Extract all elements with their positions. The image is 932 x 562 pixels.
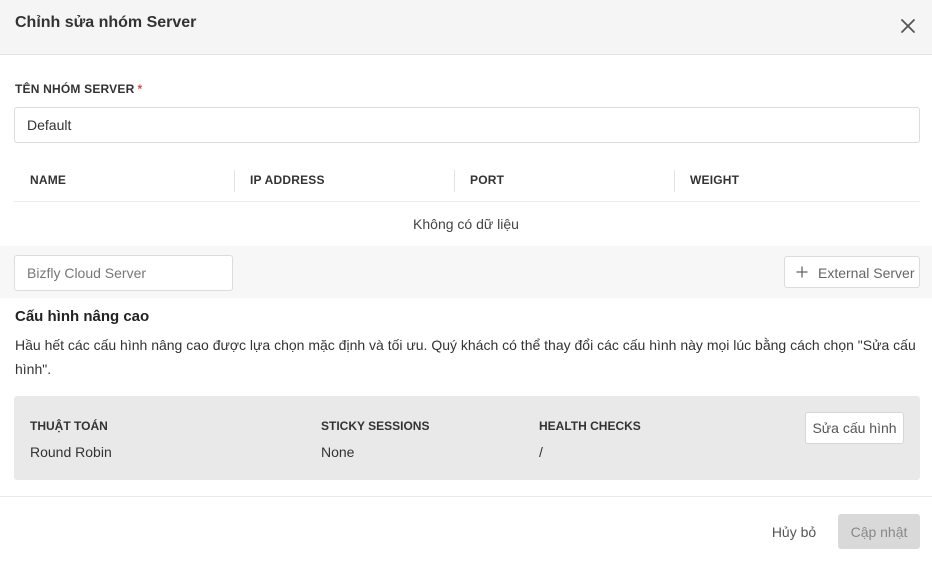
sticky-sessions-label: STICKY SESSIONS xyxy=(321,419,430,433)
update-button[interactable]: Cập nhật xyxy=(838,514,920,549)
bizfly-cloud-server-select[interactable]: Bizfly Cloud Server xyxy=(14,255,233,291)
sticky-sessions-value: None xyxy=(321,444,355,460)
add-server-bar: Bizfly Cloud Server External Server xyxy=(0,246,932,298)
advanced-config-description: Hầu hết các cấu hình nâng cao được lựa c… xyxy=(15,337,916,377)
health-checks-label: HEALTH CHECKS xyxy=(539,419,641,433)
advanced-config-title: Cấu hình nâng cao xyxy=(15,308,150,325)
column-divider xyxy=(234,170,235,192)
close-icon xyxy=(901,19,915,33)
advanced-config-summary: THUẬT TOÁN Round Robin STICKY SESSIONS N… xyxy=(14,396,920,480)
column-header-port: PORT xyxy=(470,173,505,187)
column-header-name: NAME xyxy=(30,173,67,187)
edit-config-button[interactable]: Sửa cấu hình xyxy=(805,412,904,444)
column-divider xyxy=(674,170,675,192)
cancel-button[interactable]: Hủy bỏ xyxy=(760,514,828,549)
external-server-label: External Server xyxy=(818,265,915,281)
required-mark: * xyxy=(137,82,143,96)
modal-header: Chỉnh sửa nhóm Server xyxy=(0,0,932,55)
server-group-name-input[interactable] xyxy=(14,107,920,143)
footer-divider xyxy=(0,496,932,497)
column-header-ip-address: IP ADDRESS xyxy=(250,173,325,187)
server-group-name-label-text: TÊN NHÓM SERVER xyxy=(15,82,135,96)
algorithm-label: THUẬT TOÁN xyxy=(30,419,108,433)
add-external-server-button[interactable]: External Server xyxy=(784,256,920,288)
algorithm-value: Round Robin xyxy=(30,444,112,460)
table-empty-message: Không có dữ liệu xyxy=(413,216,519,232)
server-group-name-label: TÊN NHÓM SERVER * xyxy=(15,82,142,96)
modal-title: Chỉnh sửa nhóm Server xyxy=(15,14,197,31)
column-header-weight: WEIGHT xyxy=(690,173,740,187)
server-table-header: NAME IP ADDRESS PORT WEIGHT xyxy=(14,160,920,202)
health-checks-value: / xyxy=(539,444,543,460)
close-button[interactable] xyxy=(897,15,919,37)
plus-icon xyxy=(796,266,808,278)
column-divider xyxy=(454,170,455,192)
